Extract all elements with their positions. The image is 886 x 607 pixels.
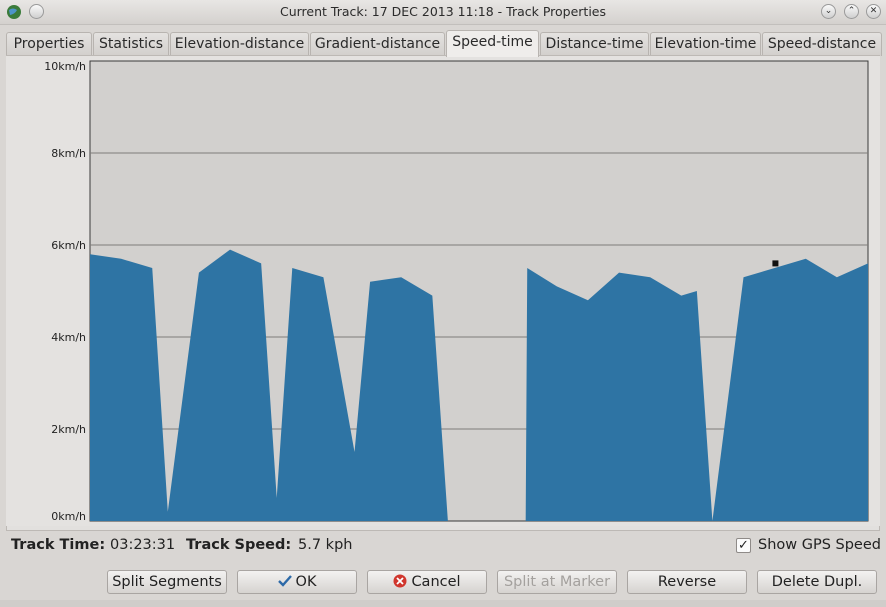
window-bottom-edge bbox=[0, 600, 886, 607]
tab-properties[interactable]: Properties bbox=[6, 32, 92, 56]
track-time-value: 03:23:31 bbox=[110, 537, 176, 553]
split-segments-button[interactable]: Split Segments bbox=[107, 570, 227, 594]
y-tick-label: 8km/h bbox=[51, 147, 86, 160]
speed-time-chart: 0km/h 2km/h 4km/h 6km/h 8km/h 10km/h bbox=[6, 56, 880, 526]
position-marker[interactable] bbox=[772, 260, 779, 267]
y-tick-label: 4km/h bbox=[51, 331, 86, 344]
close-icon[interactable]: ✕ bbox=[866, 4, 881, 19]
reverse-button[interactable]: Reverse bbox=[627, 570, 747, 594]
cancel-label: Cancel bbox=[411, 574, 461, 590]
track-speed-label: Track Speed: bbox=[186, 537, 292, 553]
y-tick-label: 10km/h bbox=[44, 60, 86, 73]
tab-elevation-time[interactable]: Elevation-time bbox=[650, 32, 761, 56]
ok-label: OK bbox=[295, 574, 317, 590]
tab-speed-distance[interactable]: Speed-distance bbox=[762, 32, 882, 56]
title-bar: Current Track: 17 DEC 2013 11:18 - Track… bbox=[0, 0, 886, 25]
tab-elevation-distance[interactable]: Elevation-distance bbox=[170, 32, 309, 56]
y-tick-label: 6km/h bbox=[51, 239, 86, 252]
tab-speed-time[interactable]: Speed-time bbox=[446, 30, 539, 57]
tab-gradient-distance[interactable]: Gradient-distance bbox=[310, 32, 445, 56]
window-title: Current Track: 17 DEC 2013 11:18 - Track… bbox=[279, 4, 607, 19]
show-gps-speed-checkbox[interactable]: ✓ bbox=[736, 538, 751, 553]
y-tick-label: 0km/h bbox=[51, 510, 86, 523]
tab-bar: Properties Statistics Elevation-distance… bbox=[6, 30, 884, 57]
maximize-icon[interactable]: ⌃ bbox=[844, 4, 859, 19]
cancel-button[interactable]: Cancel bbox=[367, 570, 487, 594]
split-at-marker-button[interactable]: Split at Marker bbox=[497, 570, 617, 594]
tab-distance-time[interactable]: Distance-time bbox=[540, 32, 649, 56]
tab-statistics[interactable]: Statistics bbox=[93, 32, 169, 56]
delete-duplicates-button[interactable]: Delete Dupl. bbox=[757, 570, 877, 594]
track-speed-value: 5.7 kph bbox=[298, 537, 353, 553]
show-gps-speed-label[interactable]: Show GPS Speed bbox=[758, 537, 881, 553]
cancel-icon bbox=[393, 573, 407, 595]
minimize-icon[interactable]: ⌄ bbox=[821, 4, 836, 19]
ok-button[interactable]: OK bbox=[237, 570, 357, 594]
y-tick-label: 2km/h bbox=[51, 423, 86, 436]
checkmark-icon bbox=[277, 573, 292, 595]
track-time-label: Track Time: bbox=[11, 537, 106, 553]
